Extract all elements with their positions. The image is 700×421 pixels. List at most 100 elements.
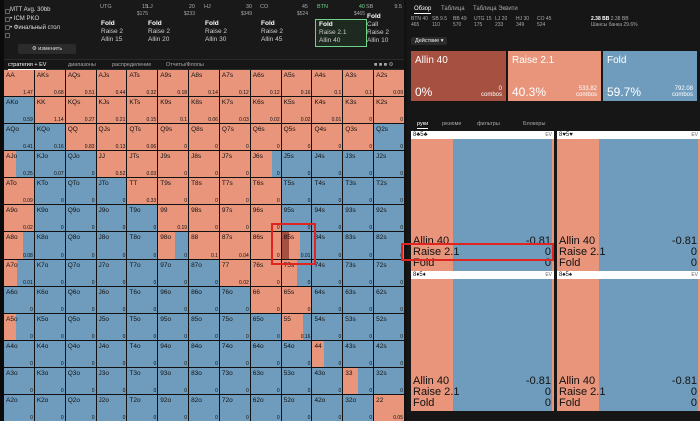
combo-card[interactable]: 8♠5♠ EV Allin 40 -0.81 Raise 2.1 0 Fold 0 (557, 271, 700, 411)
hand-cell-KJo[interactable]: KJo 0.07 (34, 151, 65, 178)
hand-cell-53s[interactable]: 53s 0 (343, 313, 374, 340)
hand-cell-JTo[interactable]: JTo 0 (96, 178, 127, 205)
hand-cell-72o[interactable]: 72o 0 (219, 394, 250, 421)
hand-cell-22[interactable]: 22 0.05 (374, 394, 404, 421)
hand-cell-ATo[interactable]: ATo 0.09 (4, 178, 34, 205)
hand-cell-97o[interactable]: 97o 0 (158, 259, 189, 286)
hand-cell-K6o[interactable]: K6o 0 (34, 286, 65, 313)
hand-cell-T9s[interactable]: T9s 0 (158, 178, 189, 205)
hand-cell-K7o[interactable]: K7o 0 (34, 259, 65, 286)
hand-cell-T4s[interactable]: T4s 0 (312, 178, 343, 205)
hand-cell-A7s[interactable]: A7s 0.12 (219, 70, 250, 97)
hand-cell-92s[interactable]: 92s 0 (374, 205, 404, 232)
hand-cell-J4s[interactable]: J4s 0 (312, 151, 343, 178)
hand-cell-AKo[interactable]: AKo 0.59 (4, 97, 34, 124)
hand-cell-T3o[interactable]: T3o 0 (127, 367, 158, 394)
tab-blockers[interactable]: Блокеры (523, 120, 545, 128)
hand-cell-JTs[interactable]: JTs 0.03 (127, 151, 158, 178)
tab-overview[interactable]: Обзор (414, 5, 432, 14)
hand-cell-66[interactable]: 66 0 (250, 286, 281, 313)
hand-cell-K2s[interactable]: K2s 0 (374, 97, 404, 124)
hand-cell-J2o[interactable]: J2o 0 (96, 394, 127, 421)
position-co[interactable]: CO 45 $524 Fold Raise 2 Allin 45 (258, 4, 310, 56)
hand-cell-63o[interactable]: 63o 0 (250, 367, 281, 394)
hand-cell-T6s[interactable]: T6s 0 (250, 178, 281, 205)
hand-cell-92o[interactable]: 92o 0 (158, 394, 189, 421)
hand-cell-A7o[interactable]: A7o 0.01 (4, 259, 34, 286)
hand-cell-T4o[interactable]: T4o 0 (127, 340, 158, 367)
hand-cell-QTo[interactable]: QTo 0 (65, 178, 96, 205)
hand-cell-T8o[interactable]: T8o 0 (127, 232, 158, 259)
hand-cell-52s[interactable]: 52s 0 (374, 313, 404, 340)
combo-card[interactable]: 8♥5♥ EV Allin 40 -0.81 Raise 2.1 0 Fold 0 (557, 131, 700, 271)
hand-cell-32s[interactable]: 32s 0 (374, 367, 404, 394)
position-btn[interactable]: BTN 40 $465 Fold Raise 2.1 Allin 40 (315, 4, 367, 56)
hand-cell-Q8s[interactable]: Q8s 0 (189, 124, 219, 151)
hand-cell-J5o[interactable]: J5o 0 (96, 313, 127, 340)
position-hj[interactable]: HJ 30 $349 Fold Raise 2 Allin 30 (202, 4, 254, 56)
hand-cell-J9o[interactable]: J9o 0 (96, 205, 127, 232)
hand-cell-T8s[interactable]: T8s 0 (189, 178, 219, 205)
hand-cell-74s[interactable]: 74s 0 (312, 259, 343, 286)
hand-cell-87o[interactable]: 87o 0 (189, 259, 219, 286)
hand-cell-AA[interactable]: AA 1.47 (4, 70, 34, 97)
hand-cell-A8o[interactable]: A8o 0.08 (4, 232, 34, 259)
tab-table[interactable]: Таблица (441, 5, 465, 13)
hand-cell-K8s[interactable]: K8s 0.06 (189, 97, 219, 124)
hand-cell-Q6o[interactable]: Q6o 0 (65, 286, 96, 313)
action-card-1[interactable]: Raise 2.1 40.3% 533.82 combos (508, 51, 601, 101)
grid-view-icon[interactable]: ■ ■ ■ ⚙ (374, 61, 393, 69)
hand-cell-96o[interactable]: 96o 0 (158, 286, 189, 313)
hand-cell-65o[interactable]: 65o 0 (250, 313, 281, 340)
hand-cell-A8s[interactable]: A8s 0.14 (189, 70, 219, 97)
hand-cell-99[interactable]: 99 0.19 (158, 205, 189, 232)
tab-ranges[interactable]: диапазоны (68, 61, 96, 69)
hand-cell-AJo[interactable]: AJo 0.25 (4, 151, 34, 178)
hand-cell-AKs[interactable]: AKs 0.68 (34, 70, 65, 97)
hand-cell-T5o[interactable]: T5o 0 (127, 313, 158, 340)
hand-cell-55[interactable]: 55 0.16 (281, 313, 312, 340)
hand-cell-33[interactable]: 33 0 (343, 367, 374, 394)
hand-cell-K3o[interactable]: K3o 0 (34, 367, 65, 394)
hand-cell-Q8o[interactable]: Q8o 0 (65, 232, 96, 259)
hand-cell-Q3o[interactable]: Q3o 0 (65, 367, 96, 394)
hand-cell-82s[interactable]: 82s 0 (374, 232, 404, 259)
tab-filters[interactable]: фильтры (477, 120, 500, 128)
hand-cell-98s[interactable]: 98s 0 (189, 205, 219, 232)
hand-cell-T9o[interactable]: T9o 0 (127, 205, 158, 232)
position-utg[interactable]: UTG 15 $175 Fold Raise 2 Allin 15 (98, 4, 150, 56)
hand-cell-J7s[interactable]: J7s 0 (219, 151, 250, 178)
hand-cell-ATs[interactable]: ATs 0.32 (127, 70, 158, 97)
hand-cell-J6s[interactable]: J6s 0 (250, 151, 281, 178)
hand-cell-A5s[interactable]: A5s 0.16 (281, 70, 312, 97)
hand-cell-K4o[interactable]: K4o 0 (34, 340, 65, 367)
hand-cell-K9s[interactable]: K9s 0.1 (158, 97, 189, 124)
hand-cell-85o[interactable]: 85o 0 (189, 313, 219, 340)
hand-cell-J5s[interactable]: J5s 0 (281, 151, 312, 178)
hand-cell-44[interactable]: 44 0 (312, 340, 343, 367)
hand-cell-J7o[interactable]: J7o 0 (96, 259, 127, 286)
hand-cell-J9s[interactable]: J9s 0 (158, 151, 189, 178)
hand-cell-K4s[interactable]: K4s 0.01 (312, 97, 343, 124)
hand-cell-T6o[interactable]: T6o 0 (127, 286, 158, 313)
hand-cell-83s[interactable]: 83s 0 (343, 232, 374, 259)
hand-cell-86o[interactable]: 86o 0 (189, 286, 219, 313)
hand-cell-KQs[interactable]: KQs 0.27 (65, 97, 96, 124)
hand-cell-J3o[interactable]: J3o 0 (96, 367, 127, 394)
hand-cell-Q2s[interactable]: Q2s 0 (374, 124, 404, 151)
hand-cell-72s[interactable]: 72s 0 (374, 259, 404, 286)
hand-cell-K3s[interactable]: K3s 0 (343, 97, 374, 124)
hand-cell-84o[interactable]: 84o 0 (189, 340, 219, 367)
position-sb[interactable]: SB 9.5 Fold Call Raise 2 Allin 10 (364, 4, 404, 56)
hand-cell-K6s[interactable]: K6s 0.02 (250, 97, 281, 124)
action-card-2[interactable]: Fold 59.7% 792.08 combos (603, 51, 697, 101)
hand-cell-A9o[interactable]: A9o 0.02 (4, 205, 34, 232)
hand-cell-T3s[interactable]: T3s 0 (343, 178, 374, 205)
hand-cell-Q7s[interactable]: Q7s 0 (219, 124, 250, 151)
hand-cell-73o[interactable]: 73o 0 (219, 367, 250, 394)
hand-cell-A2o[interactable]: A2o 0 (4, 394, 34, 421)
hand-cell-94o[interactable]: 94o 0 (158, 340, 189, 367)
hand-cell-94s[interactable]: 94s 0 (312, 205, 343, 232)
hand-cell-KTo[interactable]: KTo 0 (34, 178, 65, 205)
hand-cell-TT[interactable]: TT 0.33 (127, 178, 158, 205)
